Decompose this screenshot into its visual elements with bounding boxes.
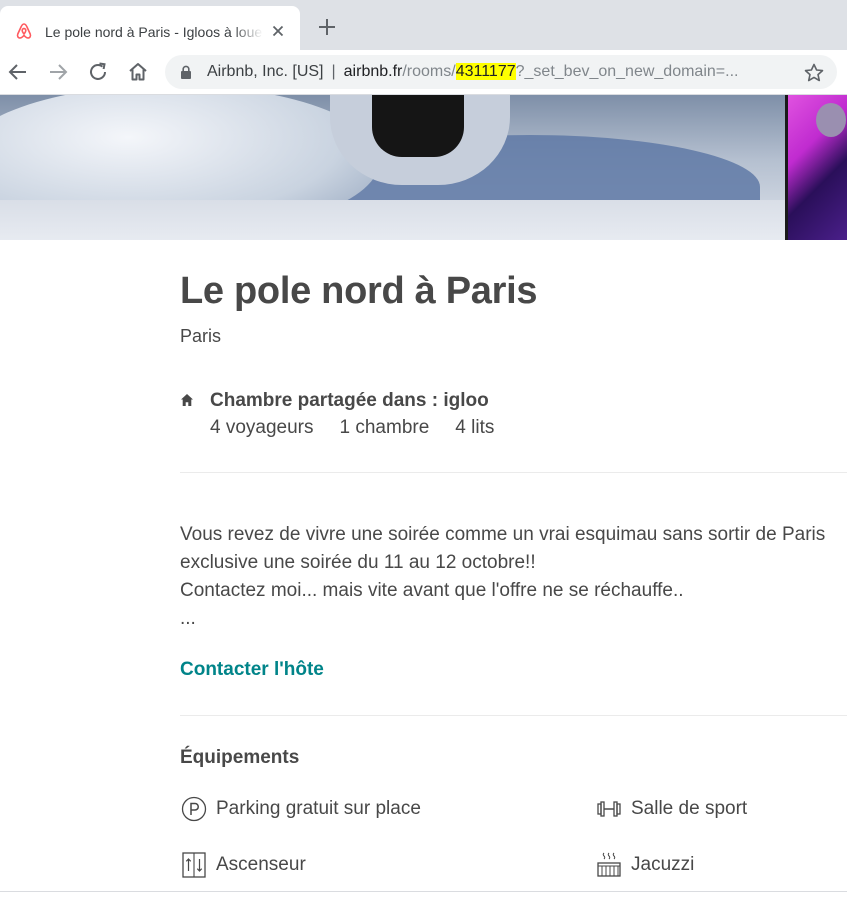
description-line: Vous revez de vivre une soirée comme un … (180, 524, 826, 545)
room-type: Chambre partagée dans : igloo (210, 390, 489, 411)
browser-tab[interactable]: Le pole nord à Paris - Igloos à louer (0, 6, 300, 50)
back-arrow-icon[interactable] (6, 60, 30, 84)
page-bottom-border (0, 891, 847, 892)
section-divider (180, 715, 847, 716)
home-icon (181, 394, 193, 406)
home-icon[interactable] (126, 60, 150, 84)
site-identity: Airbnb, Inc. [US] (207, 63, 324, 80)
amenity-label: Salle de sport (631, 798, 748, 819)
url-path: /rooms/ (402, 63, 456, 80)
bedroom-count: 1 chambre (339, 417, 430, 438)
amenity-label: Jacuzzi (631, 854, 695, 875)
bed-count: 4 lits (455, 417, 495, 438)
igloo-photo[interactable] (0, 95, 785, 240)
amenities-heading: Équipements (180, 747, 300, 768)
url-room-id-highlight: 4311177 (455, 63, 516, 80)
hot-tub-icon (597, 852, 621, 877)
amenity-parking: Parking gratuit sur place (180, 795, 540, 823)
amenity-label: Ascenseur (216, 854, 306, 875)
listing-description: Vous revez de vivre une soirée comme un … (180, 521, 847, 633)
tab-title-fade (233, 18, 263, 42)
tab-title: Le pole nord à Paris - Igloos à louer (45, 24, 263, 40)
url-domain: airbnb.fr (343, 63, 403, 80)
close-icon[interactable] (268, 21, 288, 41)
reload-icon[interactable] (86, 60, 110, 84)
url-query: ?_set_bev_on_new_domain=... (515, 63, 739, 80)
photo-figure (816, 103, 846, 137)
tab-strip: Le pole nord à Paris - Igloos à louer (0, 0, 847, 50)
photo-igloo-entrance (372, 95, 464, 157)
description-line: ... (180, 608, 196, 629)
url-text[interactable]: Airbnb, Inc. [US] | airbnb.fr/rooms/431117… (207, 63, 738, 81)
description-line: Contactez moi... mais vite avant que l'o… (180, 580, 684, 601)
star-icon[interactable] (803, 62, 825, 84)
forward-arrow-icon[interactable] (46, 60, 70, 84)
plus-icon[interactable] (316, 16, 338, 38)
browser-toolbar: Airbnb, Inc. [US] | airbnb.fr/rooms/431117… (0, 50, 847, 95)
dumbbell-icon (597, 801, 621, 817)
url-separator: | (331, 63, 336, 80)
listing-stats: 4 voyageurs 1 chambre 4 lits (210, 417, 520, 439)
airbnb-favicon-icon (16, 23, 32, 39)
amenity-elevator: Ascenseur (180, 851, 540, 879)
amenity-label: Parking gratuit sur place (216, 798, 421, 819)
lock-icon (181, 65, 191, 79)
section-divider (180, 472, 847, 473)
parking-icon (181, 796, 207, 822)
amenity-jacuzzi: Jacuzzi (595, 851, 835, 879)
listing-city: Paris (180, 326, 222, 346)
listing-title: Le pole nord à Paris (180, 270, 538, 312)
guest-count: 4 voyageurs (210, 417, 314, 438)
address-bar[interactable]: Airbnb, Inc. [US] | airbnb.fr/rooms/431117… (165, 55, 837, 89)
listing-photos[interactable] (0, 95, 847, 240)
photo-snow-ground (0, 200, 785, 240)
contact-host-link[interactable]: Contacter l'hôte (180, 659, 324, 681)
description-line: exclusive une soirée du 11 au 12 octobre… (180, 552, 536, 573)
secondary-photo[interactable] (788, 95, 847, 240)
amenity-gym: Salle de sport (595, 795, 835, 823)
elevator-icon (182, 852, 206, 878)
